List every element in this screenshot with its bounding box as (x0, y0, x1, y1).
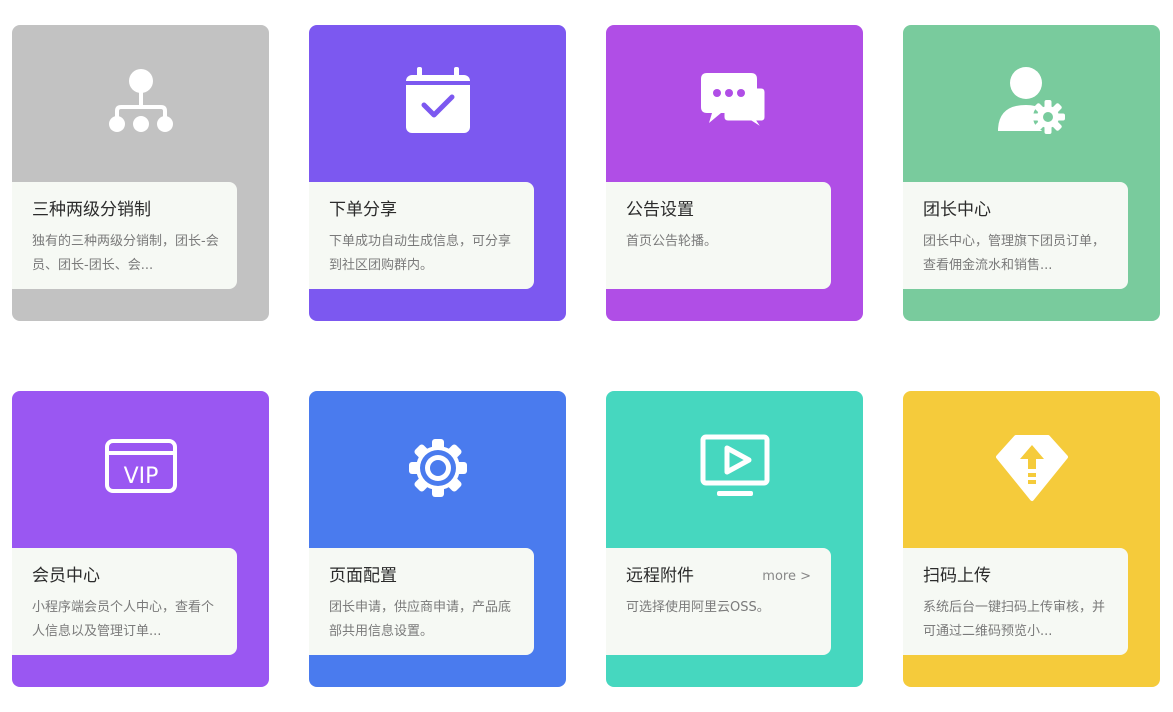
feature-card-info: 下单分享 下单成功自动生成信息，可分享到社区团购群内。 (309, 182, 534, 289)
chat-bubbles-icon (699, 65, 771, 137)
feature-card-title: 团长中心 (923, 200, 991, 220)
feature-card-title: 下单分享 (329, 200, 397, 220)
hierarchy-icon (105, 65, 177, 137)
vip-card-icon: VIP (104, 431, 177, 503)
feature-card-desc: 小程序端会员个人中心，查看个人信息以及管理订单... (32, 600, 215, 639)
gear-icon (402, 431, 474, 503)
feature-card-page-config[interactable]: 页面配置 团长申请，供应商申请，产品底部共用信息设置。 (309, 391, 566, 687)
feature-card-member-center[interactable]: VIP 会员中心 小程序端会员个人中心，查看个人信息以及管理订单... (12, 391, 269, 687)
feature-card-announcement[interactable]: 公告设置 首页公告轮播。 (606, 25, 863, 321)
feature-card-title: 三种两级分销制 (32, 200, 151, 220)
feature-card-title: 扫码上传 (923, 566, 991, 586)
feature-card-desc: 独有的三种两级分销制，团长-会员、团长-团长、会... (32, 234, 219, 273)
feature-card-info: 会员中心 小程序端会员个人中心，查看个人信息以及管理订单... (12, 548, 237, 655)
calendar-check-icon (402, 65, 474, 137)
user-gear-icon (996, 65, 1068, 137)
feature-card-info: 三种两级分销制 独有的三种两级分销制，团长-会员、团长-团长、会... (12, 182, 237, 289)
feature-card-desc: 团长申请，供应商申请，产品底部共用信息设置。 (329, 600, 512, 639)
feature-card-desc: 团长中心，管理旗下团员订单，查看佣金流水和销售... (923, 234, 1106, 273)
feature-card-info: 页面配置 团长申请，供应商申请，产品底部共用信息设置。 (309, 548, 534, 655)
vip-label: VIP (123, 464, 158, 489)
feature-card-info: 扫码上传 系统后台一键扫码上传审核，并可通过二维码预览小... (903, 548, 1128, 655)
more-link[interactable]: more > (762, 569, 811, 584)
feature-card-info: 远程附件 可选择使用阿里云OSS。 more > (606, 548, 831, 655)
feature-card-info: 公告设置 首页公告轮播。 (606, 182, 831, 289)
feature-card-scan-upload[interactable]: 扫码上传 系统后台一键扫码上传审核，并可通过二维码预览小... (903, 391, 1160, 687)
feature-card-desc: 可选择使用阿里云OSS。 (626, 600, 770, 615)
feature-grid: 三种两级分销制 独有的三种两级分销制，团长-会员、团长-团长、会... 下单分享… (0, 0, 1173, 712)
feature-card-desc: 下单成功自动生成信息，可分享到社区团购群内。 (329, 234, 512, 273)
monitor-play-icon (699, 431, 771, 503)
feature-card-order-share[interactable]: 下单分享 下单成功自动生成信息，可分享到社区团购群内。 (309, 25, 566, 321)
feature-card-remote-attachment[interactable]: 远程附件 可选择使用阿里云OSS。 more > (606, 391, 863, 687)
feature-card-info: 团长中心 团长中心，管理旗下团员订单，查看佣金流水和销售... (903, 182, 1128, 289)
feature-card-leader-center[interactable]: 团长中心 团长中心，管理旗下团员订单，查看佣金流水和销售... (903, 25, 1160, 321)
feature-card-distribution[interactable]: 三种两级分销制 独有的三种两级分销制，团长-会员、团长-团长、会... (12, 25, 269, 321)
feature-card-title: 会员中心 (32, 566, 100, 586)
diamond-upload-icon (995, 431, 1068, 503)
feature-card-desc: 首页公告轮播。 (626, 234, 718, 249)
feature-card-title: 页面配置 (329, 566, 397, 586)
feature-card-title: 公告设置 (626, 200, 694, 220)
feature-card-desc: 系统后台一键扫码上传审核，并可通过二维码预览小... (923, 600, 1106, 639)
